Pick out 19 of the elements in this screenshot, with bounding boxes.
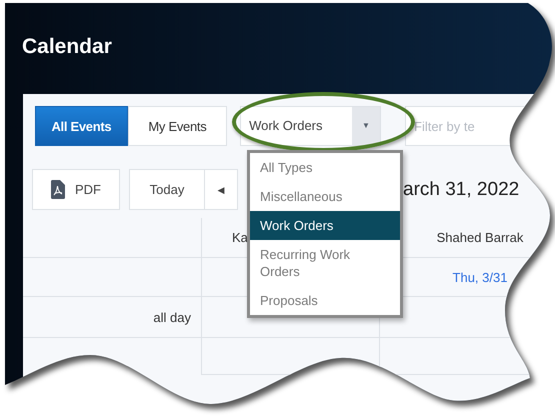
menu-option[interactable]: Proposals	[250, 286, 400, 315]
view-tab[interactable]: All Events	[35, 106, 128, 146]
menu-option[interactable]: Miscellaneous	[250, 182, 400, 211]
pdf-file-icon	[51, 180, 65, 199]
column-header: Shahed Barrak	[436, 230, 524, 245]
column-header: Ka	[232, 230, 248, 245]
type-select[interactable]: Work Orders ▼	[240, 106, 381, 146]
menu-option[interactable]: Work Orders	[250, 211, 400, 240]
previous-button[interactable]: ◀	[205, 169, 238, 210]
menu-option[interactable]: Recurring Work Orders	[250, 240, 400, 286]
select-value: Work Orders	[248, 117, 324, 135]
view-tab[interactable]: My Events	[128, 106, 228, 146]
today-button[interactable]: Today	[129, 169, 205, 210]
menu-option[interactable]: All Types	[250, 153, 400, 182]
date-title: arch 31, 2022	[403, 178, 520, 200]
all-day-label: all day	[153, 310, 191, 324]
date-label: Thu, 3/31	[452, 270, 508, 284]
page-title: Calendar	[22, 34, 112, 58]
pdf-button[interactable]: PDF	[32, 169, 120, 210]
